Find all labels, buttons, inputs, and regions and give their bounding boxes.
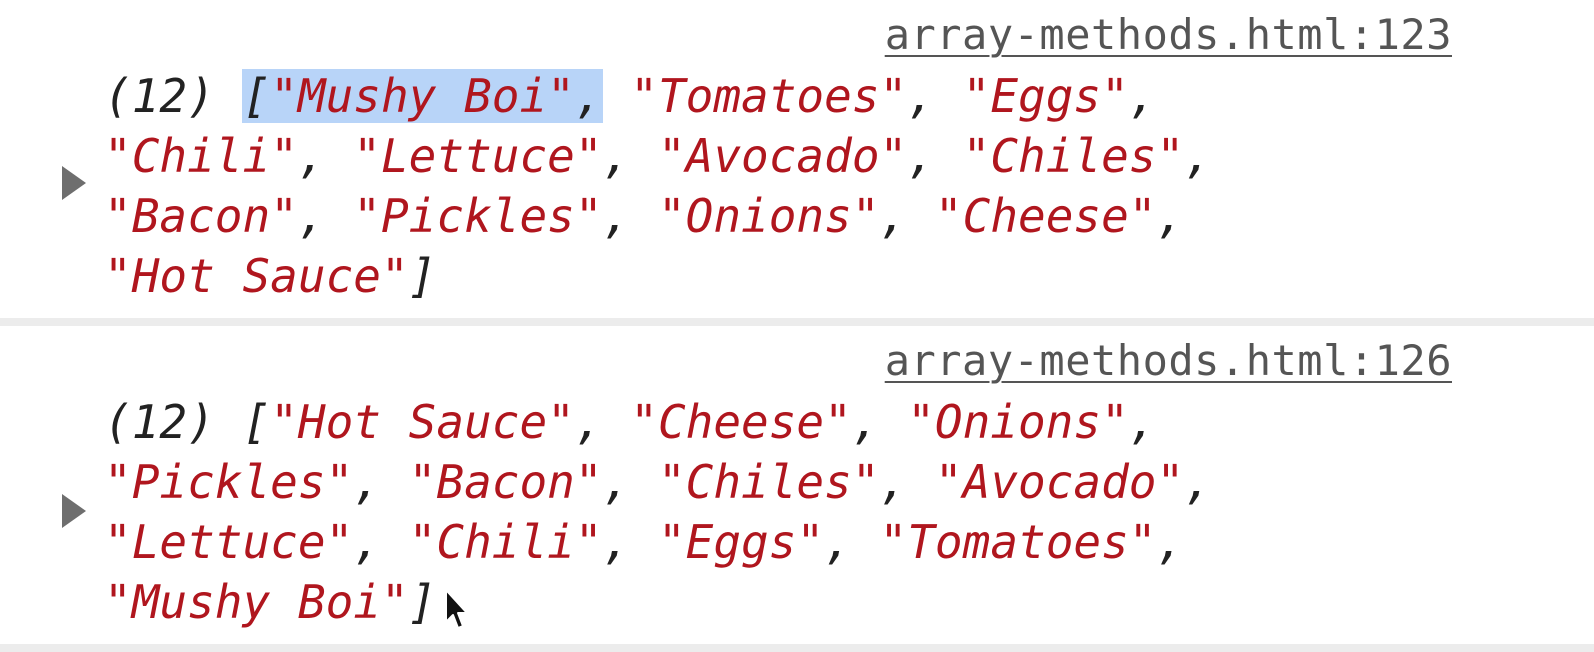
- array-item: "Hot Sauce": [270, 395, 575, 449]
- array-line: "Hot Sauce"]: [104, 249, 437, 303]
- array-item: "Mushy Boi": [270, 69, 575, 123]
- array-line: "Bacon", "Pickles", "Onions", "Cheese",: [104, 189, 1185, 243]
- array-item: "Bacon": [408, 455, 603, 509]
- array-preview[interactable]: (12) ["Hot Sauce", "Cheese", "Onions", "…: [104, 392, 1354, 632]
- expand-triangle-icon[interactable]: [62, 494, 86, 528]
- message-divider: [0, 318, 1594, 326]
- array-item: "Chili": [104, 129, 298, 183]
- array-item: "Bacon": [104, 189, 298, 243]
- source-link[interactable]: array-methods.html:126: [885, 336, 1452, 386]
- array-item: "Tomatoes": [879, 515, 1157, 569]
- array-item: "Eggs": [657, 515, 825, 569]
- array-item: "Onions": [657, 189, 880, 243]
- array-item: "Chiles": [962, 129, 1185, 183]
- array-line: "Mushy Boi"]: [104, 575, 437, 629]
- array-length: (12): [104, 69, 215, 123]
- array-item: "Mushy Boi": [104, 575, 409, 629]
- array-item: "Chiles": [657, 455, 880, 509]
- mouse-cursor-icon: [445, 589, 468, 629]
- array-item: "Eggs": [962, 69, 1129, 123]
- array-length: (12): [104, 395, 215, 449]
- message-divider: [0, 644, 1594, 652]
- array-line: "Chili", "Lettuce", "Avocado", "Chiles",: [104, 129, 1212, 183]
- array-item: "Avocado": [657, 129, 908, 183]
- array-item: "Chili": [408, 515, 603, 569]
- array-preview[interactable]: (12) ["Mushy Boi", "Tomatoes", "Eggs", "…: [104, 66, 1354, 306]
- array-item: "Lettuce": [104, 515, 354, 569]
- array-line: "Lettuce", "Chili", "Eggs", "Tomatoes",: [104, 515, 1185, 569]
- array-line: (12) ["Hot Sauce", "Cheese", "Onions",: [104, 395, 1157, 449]
- text-selection: ["Mushy Boi",: [242, 69, 603, 123]
- array-item: "Cheese": [934, 189, 1157, 243]
- array-line: "Pickles", "Bacon", "Chiles", "Avocado",: [104, 455, 1212, 509]
- expand-triangle-icon[interactable]: [62, 166, 86, 200]
- console-message-2: array-methods.html:126 (12) ["Hot Sauce"…: [0, 326, 1594, 644]
- array-item: "Hot Sauce": [104, 249, 409, 303]
- array-item: "Lettuce": [353, 129, 603, 183]
- console-message-1: array-methods.html:123 (12) ["Mushy Boi"…: [0, 0, 1594, 318]
- array-item: "Pickles": [353, 189, 603, 243]
- console-panel: array-methods.html:123 (12) ["Mushy Boi"…: [0, 0, 1594, 652]
- array-item: "Pickles": [104, 455, 354, 509]
- array-item: "Cheese": [630, 395, 852, 449]
- array-line: (12) ["Mushy Boi", "Tomatoes", "Eggs",: [104, 69, 1157, 123]
- array-item: "Tomatoes": [630, 69, 908, 123]
- array-item: "Onions": [907, 395, 1129, 449]
- source-link[interactable]: array-methods.html:123: [885, 10, 1452, 60]
- array-item: "Avocado": [934, 455, 1185, 509]
